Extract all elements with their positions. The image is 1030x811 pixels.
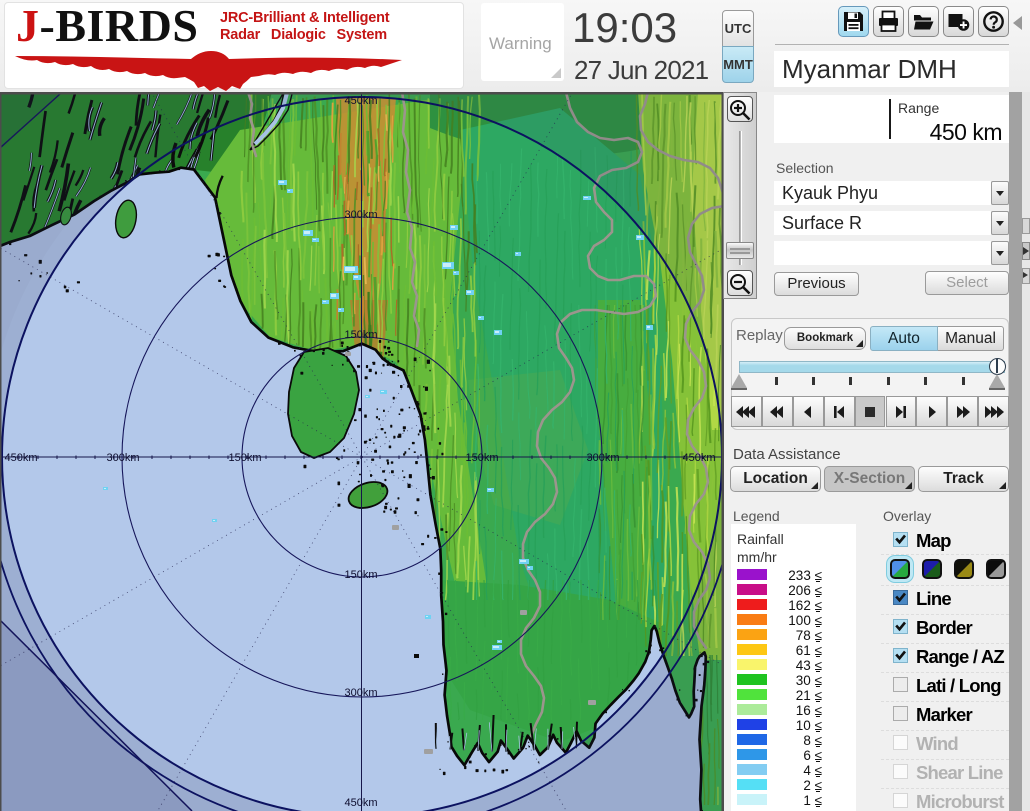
svg-text:450km: 450km: [344, 797, 377, 809]
svg-text:150km: 150km: [465, 452, 498, 464]
svg-text:300km: 300km: [344, 687, 377, 699]
svg-text:150km: 150km: [228, 452, 261, 464]
svg-text:300km: 300km: [586, 452, 619, 464]
svg-text:450km: 450km: [4, 452, 37, 464]
svg-text:450km: 450km: [344, 95, 377, 107]
svg-text:300km: 300km: [344, 209, 377, 221]
svg-text:450km: 450km: [682, 452, 715, 464]
svg-text:150km: 150km: [344, 329, 377, 341]
svg-text:300km: 300km: [106, 452, 139, 464]
svg-text:150km: 150km: [344, 569, 377, 581]
